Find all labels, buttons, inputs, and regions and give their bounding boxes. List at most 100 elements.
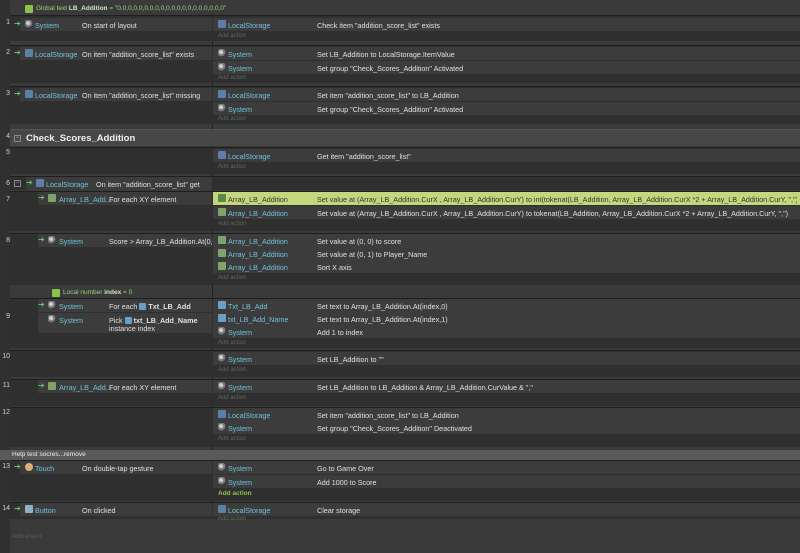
event-number: 1 <box>6 19 10 26</box>
system-icon <box>218 354 226 362</box>
array-icon <box>218 262 226 270</box>
condition-text-line2: instance index <box>109 324 155 333</box>
action-row[interactable] <box>213 149 800 162</box>
condition-localstorage[interactable]: ➔ LocalStorage On item "addition_score_l… <box>14 88 212 101</box>
action-row[interactable] <box>213 247 800 260</box>
add-action-link[interactable]: Add action <box>218 516 246 522</box>
action-object: System <box>228 50 252 59</box>
add-action-link[interactable]: Add action <box>218 275 246 281</box>
group-header[interactable]: − Check_Scores_Addition <box>10 129 800 146</box>
system-icon <box>218 327 226 335</box>
add-action-link[interactable]: Add action <box>218 33 246 39</box>
array-icon <box>48 382 56 390</box>
condition-object: Button <box>35 506 56 515</box>
condition-text: Score > Array_LB_Addition.At(0,0) <box>109 237 220 246</box>
condition-text: On clicked <box>82 506 116 515</box>
action-object: Array_LB_Addition <box>228 263 288 272</box>
action-row[interactable] <box>213 102 800 115</box>
condition-localstorage[interactable]: ➔ LocalStorage On item "addition_score_l… <box>14 47 212 60</box>
comment-row[interactable]: Help test socres...remove <box>0 450 800 460</box>
add-action-link[interactable]: Add action <box>218 490 252 497</box>
local-variable-text: Local number index = 0 <box>63 289 133 296</box>
condition-array-for-each[interactable]: ➔ Array_LB_Add... For each XY element <box>38 380 212 393</box>
action-row[interactable] <box>213 475 800 488</box>
action-text: Set group "Check_Scores_Addition" Activa… <box>317 105 464 114</box>
action-row[interactable] <box>213 260 800 273</box>
add-action-link[interactable]: Add action <box>218 395 246 401</box>
global-variable-row[interactable]: Global text LB_Addition = "0,0,0,0,0,0,0… <box>0 4 800 14</box>
event-number: 2 <box>6 49 10 56</box>
add-action-link[interactable]: Add action <box>218 116 246 122</box>
condition-array-for-each[interactable]: ➔ Array_LB_Add... For each XY element <box>38 192 212 205</box>
arrow-icon: ➔ <box>14 504 21 513</box>
condition-system[interactable]: ➔ System On start of layout <box>14 18 212 31</box>
action-row[interactable] <box>213 88 800 101</box>
event-number: 5 <box>6 149 10 156</box>
action-row[interactable] <box>213 234 800 247</box>
action-object: Txt_LB_Add <box>228 302 268 311</box>
add-action-link[interactable]: Add action <box>218 367 246 373</box>
condition-object: Array_LB_Add... <box>59 195 112 204</box>
event-number: 13 <box>2 463 10 470</box>
action-object: LocalStorage <box>228 21 271 30</box>
condition-button[interactable]: ➔ Button On clicked <box>14 503 212 516</box>
action-row[interactable] <box>213 325 800 338</box>
condition-text: On double-tap gesture <box>82 464 154 473</box>
add-action-link[interactable]: Add action <box>218 221 246 227</box>
action-text: Set item "addition_score_list" to LB_Add… <box>317 91 459 100</box>
local-variable-row[interactable]: Local number index = 0 <box>0 288 800 298</box>
condition-object: Touch <box>35 464 55 473</box>
comment-text: Help test socres...remove <box>12 451 86 458</box>
condition-localstorage[interactable]: ➔ LocalStorage On item "addition_score_l… <box>26 177 212 190</box>
action-row[interactable] <box>213 47 800 60</box>
action-row[interactable] <box>213 61 800 74</box>
action-object: System <box>228 64 252 73</box>
event-number: 12 <box>2 409 10 416</box>
action-object: Array_LB_Addition <box>228 237 288 246</box>
action-row[interactable] <box>213 461 800 474</box>
action-text: Get item "addition_score_list" <box>317 152 411 161</box>
add-event-link[interactable]: Add event <box>12 533 41 540</box>
add-action-link[interactable]: Add action <box>218 75 246 81</box>
action-row[interactable] <box>213 299 800 312</box>
action-row[interactable] <box>213 312 800 325</box>
condition-pick[interactable]: System Pick txt_LB_Add_Name instance ind… <box>38 313 212 333</box>
action-object: System <box>228 105 252 114</box>
text-icon <box>139 303 147 310</box>
localstorage-icon <box>218 410 226 418</box>
action-text: Check item "addition_score_list" exists <box>317 21 440 30</box>
condition-object: System <box>35 21 59 30</box>
event-number: 14 <box>2 505 10 512</box>
text-icon <box>218 301 226 309</box>
action-object: Array_LB_Addition <box>228 209 288 218</box>
condition-system[interactable]: ➔ System Score > Array_LB_Addition.At(0,… <box>38 234 219 247</box>
condition-for-each[interactable]: ➔ System For each Txt_LB_Add <box>38 299 212 312</box>
localstorage-icon <box>218 151 226 159</box>
action-row[interactable] <box>213 421 800 434</box>
condition-object: System <box>59 316 83 325</box>
action-object: txt_LB_Add_Name <box>228 315 289 324</box>
action-object: Array_LB_Addition <box>228 195 288 204</box>
array-icon <box>218 236 226 244</box>
add-action-link[interactable]: Add action <box>218 164 246 170</box>
action-row[interactable] <box>213 503 800 516</box>
array-icon <box>218 194 226 202</box>
event-number: 3 <box>6 90 10 97</box>
collapse-icon[interactable]: − <box>14 135 21 142</box>
action-row[interactable] <box>213 408 800 421</box>
text-icon <box>124 317 132 324</box>
arrow-icon: ➔ <box>38 300 45 309</box>
add-action-link[interactable]: Add action <box>218 436 246 442</box>
collapse-icon[interactable]: − <box>14 180 21 187</box>
action-text: Sort X axis <box>317 263 352 272</box>
condition-touch[interactable]: ➔ Touch On double-tap gesture <box>14 461 212 474</box>
add-action-link[interactable]: Add action <box>218 340 246 346</box>
action-row[interactable] <box>213 352 800 365</box>
action-object: System <box>228 424 252 433</box>
action-row[interactable] <box>213 18 800 31</box>
action-text: Set text to Array_LB_Addition.At(index,1… <box>317 315 448 324</box>
action-text: Set group "Check_Scores_Addition" Activa… <box>317 64 464 73</box>
condition-object: System <box>59 302 83 311</box>
system-icon <box>218 104 226 112</box>
condition-object: LocalStorage <box>46 180 89 189</box>
